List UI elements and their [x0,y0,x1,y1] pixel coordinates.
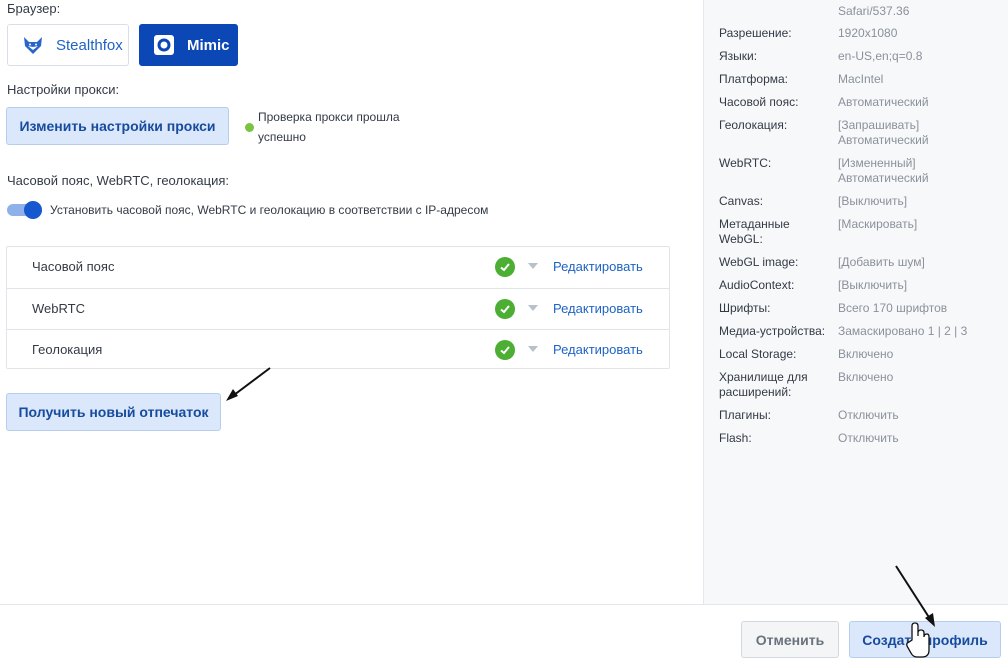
table-row: Геолокация Редактировать [7,329,669,370]
summary-key: Часовой пояс: [719,95,799,109]
new-fingerprint-button[interactable]: Получить новый отпечаток [6,393,221,431]
table-row: Часовой пояс Редактировать [7,247,669,288]
summary-value: Отключить [838,408,899,422]
browser-option-label: Mimic [187,36,230,54]
mimic-icon [153,34,175,56]
summary-value: [Выключить] [838,194,908,208]
summary-value: Включено [838,347,894,361]
proxy-status-dot [245,123,254,132]
summary-value: [Измененный] Автоматический [838,156,929,185]
summary-value: Включено [838,370,894,384]
check-icon [495,299,515,319]
edit-link[interactable]: Редактировать [553,301,643,316]
row-label: Часовой пояс [32,259,115,274]
summary-value: [Маскировать] [838,217,918,231]
summary-key: AudioContext: [719,278,795,292]
chevron-down-icon[interactable] [528,346,538,352]
summary-key: Хранилище для расширений: [719,370,808,399]
summary-value: MacIntel [838,72,884,86]
summary-value: Автоматический [838,95,929,109]
summary-key: Разрешение: [719,26,792,40]
table-row: WebRTC Редактировать [7,288,669,329]
summary-value: Отключить [838,431,899,445]
check-icon [495,257,515,277]
browser-label: Браузер: [7,1,61,16]
toggle-knob [24,201,42,219]
summary-value: [Добавить шум] [838,255,925,269]
cancel-button[interactable]: Отменить [741,621,839,658]
proxy-status-text: Проверка прокси прошла успешно [258,110,400,144]
check-icon [495,340,515,360]
geo-label: Часовой пояс, WebRTC, геолокация: [7,173,230,188]
summary-value: [Запрашивать] Автоматический [838,118,929,147]
edit-link[interactable]: Редактировать [553,259,643,274]
chevron-down-icon[interactable] [528,263,538,269]
summary-key: WebRTC: [719,156,772,170]
geo-from-ip-toggle[interactable] [7,201,42,219]
summary-key: Local Storage: [719,347,797,361]
summary-key: Canvas: [719,194,764,208]
summary-key: Flash: [719,431,752,445]
profile-summary-panel: Safari/537.36 Разрешение: 1920x1080 Язык… [703,0,1008,604]
change-proxy-button[interactable]: Изменить настройки прокси [6,107,229,145]
browser-option-mimic[interactable]: Mimic [139,24,238,66]
summary-key: Метаданные WebGL: [719,217,790,246]
fox-icon [22,34,44,56]
summary-key: Языки: [719,49,758,63]
row-label: WebRTC [32,301,85,316]
summary-key: Медиа-устройства: [719,324,826,338]
summary-value: Замаскировано 1 | 2 | 3 [838,324,968,338]
proxy-label: Настройки прокси: [7,82,120,97]
profile-settings-pane: Браузер: Stealthfox Mimic Настройки прок… [0,0,703,604]
geo-toggle-text: Установить часовой пояс, WebRTC и геолок… [50,203,489,217]
summary-value: 1920x1080 [838,26,898,40]
summary-key: Шрифты: [719,301,771,315]
browser-option-stealthfox[interactable]: Stealthfox [7,24,129,66]
edit-link[interactable]: Редактировать [553,342,643,357]
summary-key: Плагины: [719,408,771,422]
summary-value: en-US,en;q=0.8 [838,49,923,63]
summary-value: Safari/537.36 [838,4,910,18]
row-label: Геолокация [32,342,103,357]
summary-key: Геолокация: [719,118,788,132]
chevron-down-icon[interactable] [528,305,538,311]
summary-value: [Выключить] [838,278,908,292]
create-profile-button[interactable]: Создать профиль [849,621,1001,658]
geo-settings-table: Часовой пояс Редактировать WebRTC Редакт… [6,246,670,369]
summary-key: WebGL image: [719,255,799,269]
summary-key: Платформа: [719,72,789,86]
summary-value: Всего 170 шрифтов [838,301,948,315]
browser-option-label: Stealthfox [56,36,123,54]
